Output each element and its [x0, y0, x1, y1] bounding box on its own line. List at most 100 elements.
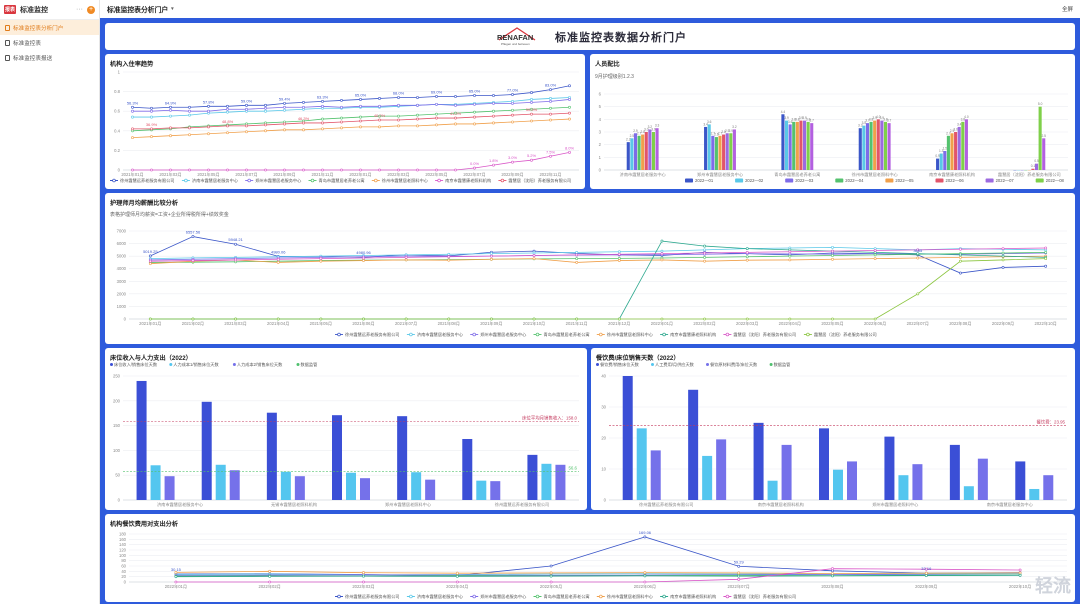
data-point [831, 249, 834, 253]
data-point [226, 110, 229, 114]
bar [873, 120, 877, 170]
bar [215, 464, 226, 500]
x-tick-label: 郑州市霞慧居老服务中心 [697, 171, 744, 178]
data-label: 56.3% [127, 100, 139, 105]
legend-label: 2022—06 [946, 178, 965, 183]
bar [799, 120, 803, 170]
data-point [1044, 264, 1048, 268]
add-icon[interactable]: + [87, 5, 95, 14]
data-point [660, 239, 664, 243]
sidebar-item-submit[interactable]: 标准监控表报送 [0, 50, 99, 65]
x-tick-label: 济南市霞慧居老服务中心 [157, 501, 204, 508]
data-point [916, 256, 920, 260]
legend-label: 2022—02 [745, 178, 764, 183]
fullscreen-button[interactable]: 全屏 [1062, 5, 1073, 13]
data-point [340, 168, 343, 172]
bar-value-label: 3.0 [651, 128, 656, 132]
page-title[interactable]: 标准监控表分析门户 [107, 4, 168, 14]
data-point [150, 168, 153, 172]
bar-value-label: 3.7 [887, 119, 892, 123]
data-label: 48.8% [222, 119, 234, 124]
data-point [416, 117, 419, 121]
data-point [703, 256, 706, 259]
data-point [737, 564, 741, 568]
legend-label: 南京市霞慧康老照料机构 [670, 331, 716, 338]
data-point [1018, 571, 1022, 575]
legend-label: 霞慧居（沈阳）养老服务有限公司 [814, 331, 877, 338]
sidebar-item-label: 标准监控表 [13, 40, 41, 47]
data-point [511, 108, 514, 112]
data-point [148, 254, 152, 258]
bar-value-label: 0.1 [1031, 164, 1036, 168]
bar [622, 376, 633, 500]
data-point [530, 112, 533, 116]
bar [806, 121, 810, 170]
data-point [745, 247, 749, 251]
bar [732, 129, 736, 170]
data-point [226, 124, 229, 128]
bar [702, 455, 713, 500]
sidebar-item-table[interactable]: 标准监控表 [0, 35, 99, 50]
data-point [378, 125, 381, 129]
x-tick-label: 2022年05月 [540, 583, 562, 590]
x-tick-label: 2022年10月 [1009, 583, 1031, 590]
data-point [873, 249, 877, 252]
legend-marker [662, 332, 666, 337]
data-point [207, 109, 210, 113]
data-point [340, 116, 343, 120]
sidebar-item-label: 标准监控表分析门户 [13, 25, 64, 32]
watermark: 轻流 [1035, 576, 1071, 596]
panel-title: 机构餐饮费用对支出分析 [110, 521, 179, 528]
data-point [511, 120, 514, 124]
y-tick-label: 180 [119, 532, 127, 537]
data-point [378, 97, 381, 100]
data-point [575, 253, 579, 257]
series-line [132, 151, 570, 171]
data-point [703, 251, 706, 255]
data-point [362, 574, 365, 578]
more-icon[interactable]: ··· [76, 6, 83, 13]
data-point [150, 135, 153, 139]
data-point [264, 109, 267, 113]
data-point [473, 115, 476, 119]
data-point [831, 254, 834, 257]
data-point [959, 271, 962, 275]
bar [1043, 475, 1054, 500]
bar [1031, 168, 1035, 170]
data-point [492, 101, 495, 105]
bar [784, 120, 789, 170]
legend-marker [437, 178, 441, 183]
bar [229, 470, 240, 500]
data-point [283, 108, 286, 112]
chevron-down-icon[interactable]: ▾ [171, 6, 174, 12]
x-tick-label: 2022年09月 [501, 171, 523, 178]
data-point [455, 571, 459, 575]
data-point [575, 261, 579, 264]
data-point [660, 249, 664, 253]
data-point [226, 131, 229, 135]
legend-label: 人工费用/月供应天数 [655, 361, 695, 368]
x-tick-label: 2022年05月 [425, 171, 447, 178]
bar [819, 428, 829, 500]
data-point [454, 116, 457, 120]
data-point [549, 574, 553, 578]
catercost-panel: 机构餐饮费用对支出分析 0 20 40 60 80 100 120 140 160 180 2022… [105, 514, 1075, 602]
occupancy-panel: 机构入住率趋势 0 0.2 0.4 0.6 0.8 1 2021年01月 2021年03月 20… [105, 54, 585, 189]
data-point [397, 168, 400, 172]
bar [833, 469, 843, 500]
data-point [359, 98, 362, 101]
reference-label: 56.6 [568, 466, 577, 471]
x-tick-label: 2022年01月 [651, 320, 673, 327]
data-point [245, 130, 248, 134]
data-label: 169.06 [639, 530, 652, 535]
legend-label: 郑州市霞慧居老服务中心 [480, 593, 527, 600]
data-point [416, 113, 419, 117]
bar [655, 128, 659, 170]
bar [898, 475, 909, 500]
data-point [492, 114, 495, 118]
data-point [660, 317, 664, 321]
y-tick-label: 200 [113, 398, 121, 403]
data-point [276, 261, 280, 264]
sidebar-item-portal[interactable]: 标准监控表分析门户 [0, 20, 99, 35]
data-point [530, 91, 533, 94]
